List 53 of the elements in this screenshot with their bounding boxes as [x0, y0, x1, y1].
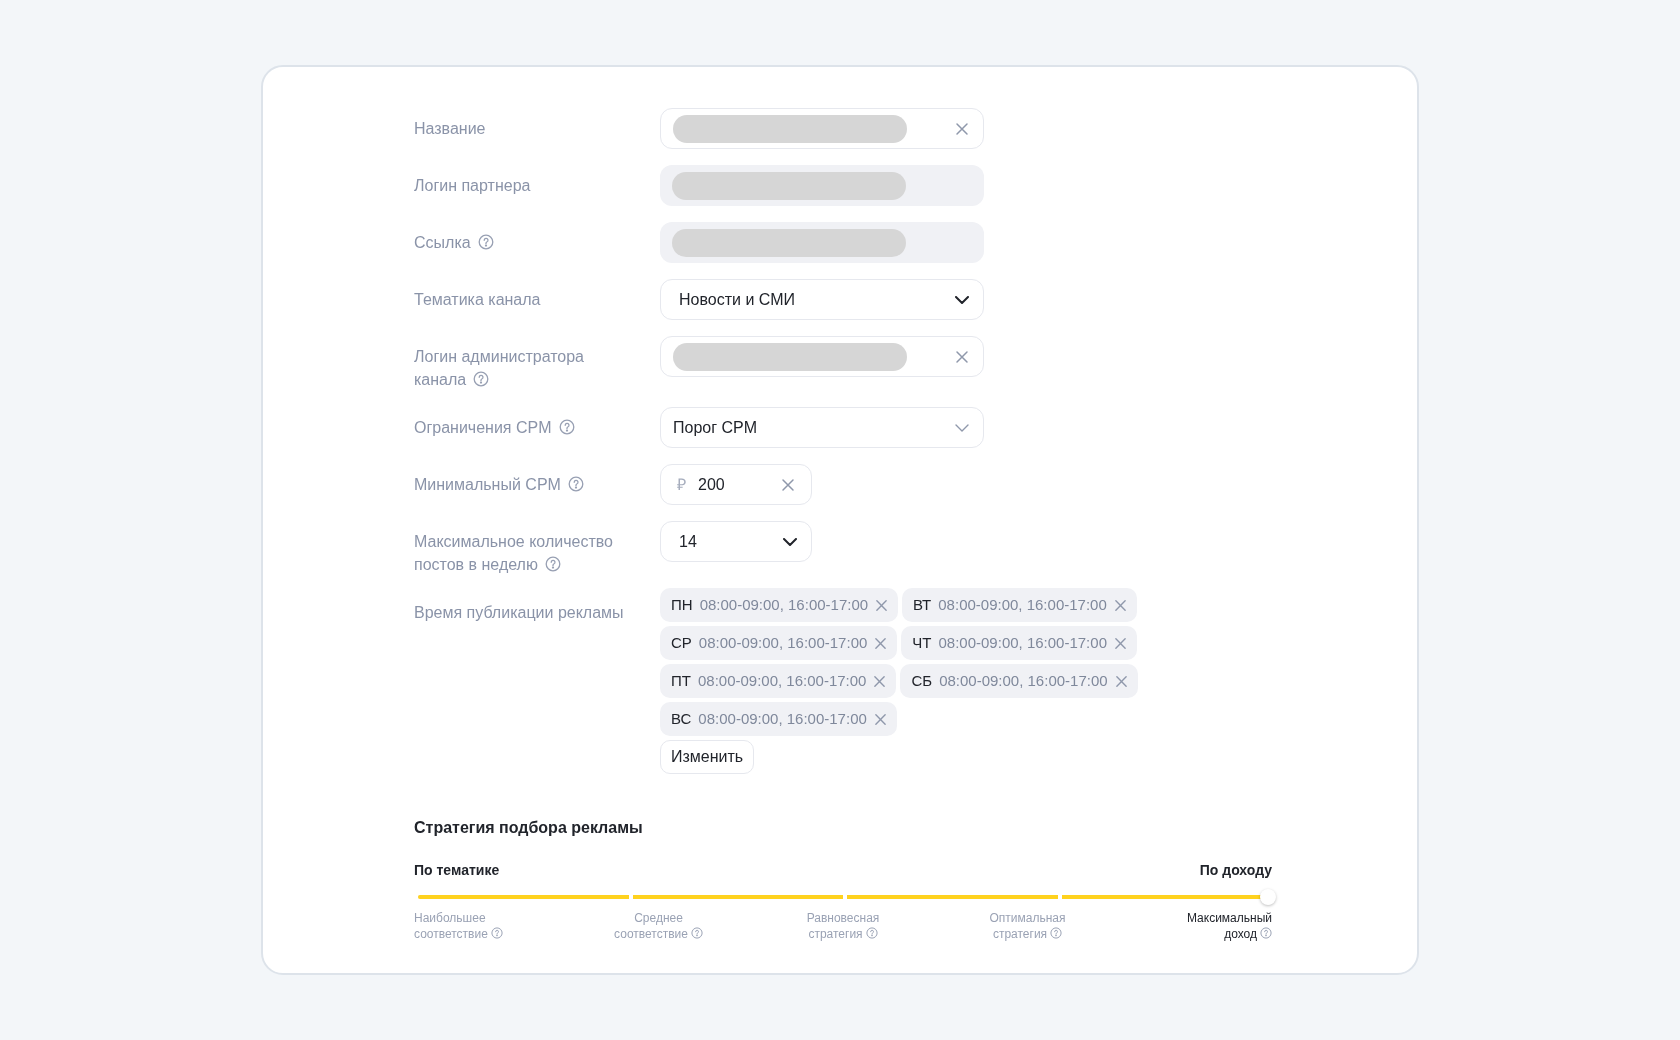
chevron-down-icon: [955, 423, 969, 432]
close-icon[interactable]: [873, 674, 887, 688]
section-title: Стратегия подбора рекламы: [414, 818, 644, 838]
help-icon[interactable]: [490, 927, 503, 939]
amount-field[interactable]: ₽ 200: [660, 464, 812, 505]
select-field[interactable]: 14: [660, 521, 812, 562]
text-field[interactable]: [660, 336, 984, 377]
help-icon[interactable]: [1260, 927, 1272, 939]
schedule-chip[interactable]: ПТ 08:00-09:00, 16:00-17:00: [660, 664, 897, 698]
schedule-chip[interactable]: ВТ 08:00-09:00, 16:00-17:00: [902, 588, 1137, 622]
help-icon[interactable]: [473, 371, 490, 387]
close-icon[interactable]: [874, 636, 888, 650]
schedule-chip[interactable]: СР 08:00-09:00, 16:00-17:00: [660, 626, 898, 660]
help-icon[interactable]: [865, 927, 878, 939]
close-icon[interactable]: [1114, 636, 1127, 650]
close-icon[interactable]: [955, 349, 969, 364]
help-icon[interactable]: [544, 556, 561, 572]
field-label: Логин партнера: [414, 176, 532, 196]
chevron-down-icon: [783, 537, 797, 546]
edit-button[interactable]: Изменить: [660, 740, 755, 774]
field-label: Время публикации рекламы: [414, 603, 625, 623]
slider-thumb[interactable]: [1260, 889, 1276, 905]
field-label: Минимальный CPM: [414, 473, 626, 496]
close-icon[interactable]: [955, 121, 969, 136]
field-label: Ссылка: [414, 231, 626, 254]
text-field[interactable]: [660, 108, 984, 149]
close-icon[interactable]: [1113, 598, 1127, 612]
text-field[interactable]: [660, 165, 984, 206]
schedule-chip[interactable]: ЧТ 08:00-09:00, 16:00-17:00: [901, 626, 1137, 660]
select-field[interactable]: Новости и СМИ: [660, 279, 984, 320]
help-icon[interactable]: [567, 476, 584, 492]
close-icon[interactable]: [1114, 674, 1128, 688]
chevron-down-icon: [955, 295, 969, 304]
strategy-option[interactable]: Максимальный доход: [1152, 910, 1272, 942]
slider-label: По тематике: [414, 861, 500, 880]
field-label: Тематика канала: [414, 290, 542, 310]
text-field[interactable]: [660, 222, 984, 263]
help-icon[interactable]: [690, 927, 703, 939]
schedule-chip[interactable]: ПН 08:00-09:00, 16:00-17:00: [660, 588, 899, 622]
select-field[interactable]: Порог CPM: [660, 407, 984, 448]
close-icon[interactable]: [875, 598, 889, 612]
field-label: Логин администратора канала: [414, 347, 585, 390]
field-label: Ограничения CPM: [414, 416, 626, 439]
close-icon[interactable]: [873, 712, 887, 726]
help-icon[interactable]: [558, 419, 575, 435]
help-icon[interactable]: [1050, 927, 1063, 939]
schedule-chip[interactable]: СБ 08:00-09:00, 16:00-17:00: [900, 664, 1138, 698]
slider-label: По доходу: [1199, 861, 1272, 880]
field-label: Название: [414, 119, 487, 139]
help-icon[interactable]: [477, 234, 494, 250]
schedule-chip[interactable]: ВС 08:00-09:00, 16:00-17:00: [660, 702, 897, 736]
close-icon[interactable]: [781, 477, 795, 492]
field-label: Максимальное количество постов в неделю: [414, 532, 614, 575]
